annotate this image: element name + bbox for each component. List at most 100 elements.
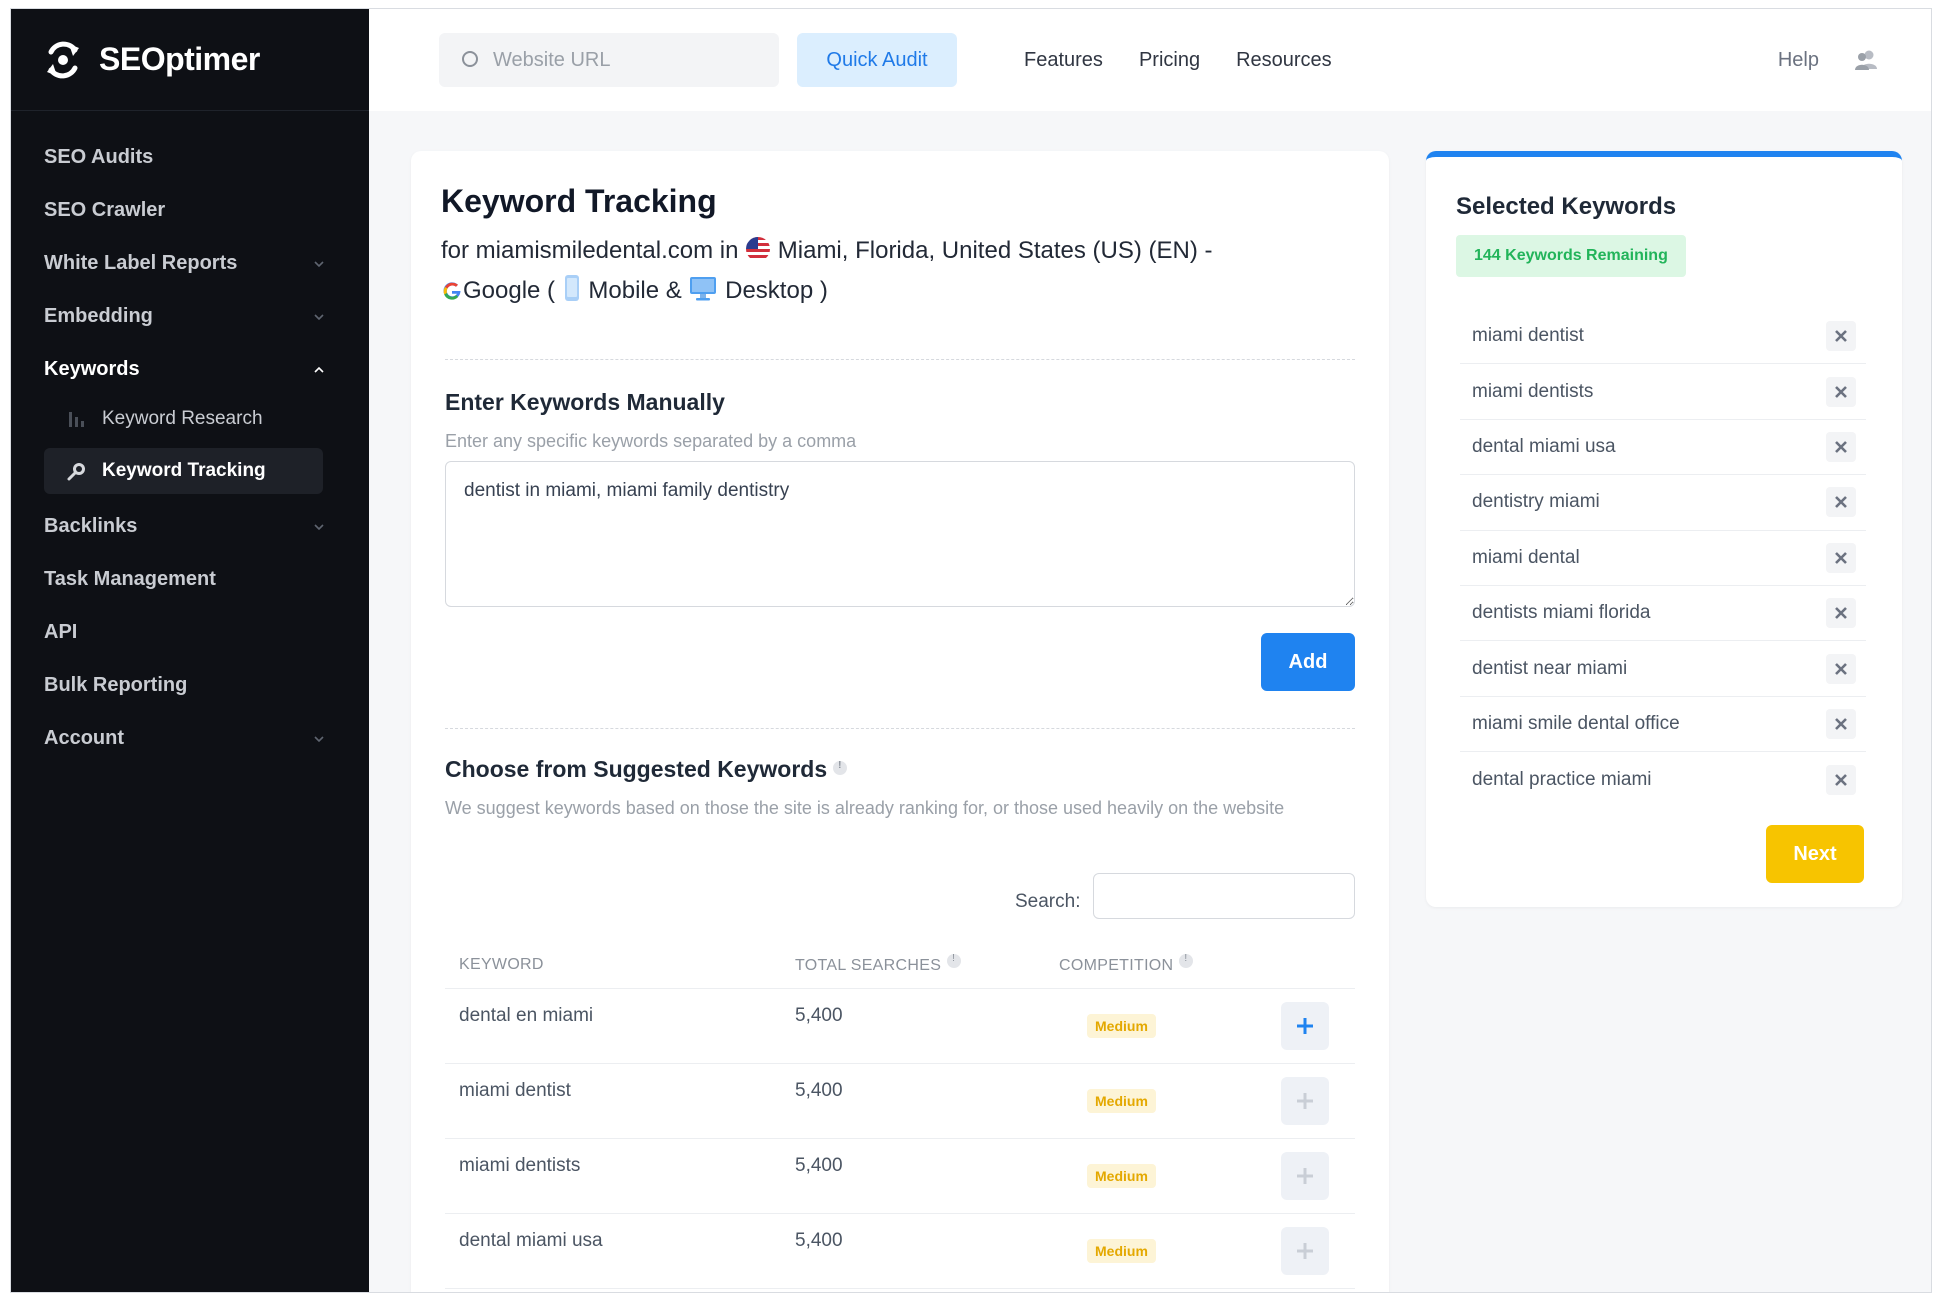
magnifier-icon [67, 463, 85, 481]
remove-keyword-button[interactable] [1826, 542, 1856, 573]
column-header-total-searches[interactable]: TOTAL SEARCHES [795, 953, 1059, 975]
add-keyword-button[interactable] [1281, 1002, 1329, 1050]
selected-keyword-label: miami dentists [1472, 380, 1594, 402]
close-icon [1835, 718, 1847, 730]
table-row: miami dentists 5,400 Medium [445, 1139, 1355, 1214]
users-icon[interactable] [1853, 47, 1879, 73]
sidebar-item-api[interactable]: API [11, 606, 369, 659]
list-item: miami dental [1460, 531, 1866, 586]
remove-keyword-button[interactable] [1826, 321, 1856, 352]
column-header-keyword[interactable]: KEYWORD [445, 956, 795, 974]
section-divider [445, 728, 1355, 729]
suggested-section-title: Choose from Suggested Keywords [445, 756, 848, 783]
plus-icon [1297, 1018, 1313, 1034]
column-header-competition[interactable]: COMPETITION [1059, 953, 1259, 975]
list-item: miami smile dental office [1460, 697, 1866, 753]
table-row: dental miami usa 5,400 Medium [445, 1214, 1355, 1289]
sidebar-item-label: SEO Crawler [44, 199, 166, 221]
remove-keyword-button[interactable] [1826, 487, 1856, 518]
competition-cell: Medium [1059, 1089, 1259, 1113]
sidebar-item-bulk-reporting[interactable]: Bulk Reporting [11, 659, 369, 712]
list-item: dentist near miami [1460, 641, 1866, 697]
close-icon [1835, 607, 1847, 620]
quick-audit-button[interactable]: Quick Audit [797, 33, 957, 87]
info-icon[interactable] [833, 760, 848, 775]
nav-link-features[interactable]: Features [1024, 49, 1103, 72]
sidebar-item-keywords[interactable]: Keywords [11, 343, 369, 396]
close-icon [1835, 773, 1847, 786]
add-keyword-button[interactable] [1281, 1152, 1329, 1200]
keyword-cell: dental miami usa [459, 1230, 603, 1251]
seoptimer-logo-icon [47, 41, 79, 78]
sidebar-item-seo-audits[interactable]: SEO Audits [11, 131, 369, 184]
plus-icon [1297, 1243, 1313, 1259]
subtitle-location: Miami, Florida, United States (US) (EN) … [777, 237, 1213, 264]
list-item: miami dentist [1460, 309, 1866, 365]
close-icon [1835, 551, 1847, 564]
suggested-keywords-table: KEYWORD TOTAL SEARCHES COMPETITION denta… [445, 941, 1355, 1289]
manual-section-desc: Enter any specific keywords separated by… [445, 431, 857, 451]
section-divider [445, 359, 1355, 360]
table-search-input[interactable] [1093, 873, 1355, 919]
sidebar-item-label: Keywords [44, 358, 140, 380]
selected-keywords-title: Selected Keywords [1456, 193, 1677, 220]
remove-keyword-button[interactable] [1826, 708, 1856, 739]
sidebar-item-seo-crawler[interactable]: SEO Crawler [11, 184, 369, 237]
selected-keywords-list: miami dentist miami dentists dental miam… [1460, 309, 1866, 808]
sidebar-item-backlinks[interactable]: Backlinks [11, 500, 369, 553]
sidebar-subitem-keyword-research[interactable]: Keyword Research [44, 396, 323, 442]
plus-icon [1297, 1168, 1313, 1184]
remove-keyword-button[interactable] [1826, 764, 1856, 795]
sidebar-item-label: Backlinks [44, 515, 138, 537]
info-icon[interactable] [1179, 953, 1194, 968]
nav-link-pricing[interactable]: Pricing [1139, 49, 1200, 72]
searches-cell: 5,400 [795, 1230, 843, 1251]
list-item: dentists miami florida [1460, 586, 1866, 642]
add-button[interactable]: Add [1261, 633, 1355, 691]
selected-keyword-label: dentistry miami [1472, 491, 1600, 513]
nav-link-resources[interactable]: Resources [1236, 49, 1332, 72]
keywords-textarea[interactable] [445, 461, 1355, 607]
plus-icon [1297, 1093, 1313, 1109]
chevron-up-icon [314, 366, 324, 373]
suggested-section-desc: We suggest keywords based on those the s… [445, 798, 1285, 818]
sidebar-subitem-label: Keyword Tracking [102, 460, 266, 481]
remove-keyword-button[interactable] [1826, 653, 1856, 684]
competition-badge: Medium [1087, 1239, 1156, 1263]
add-keyword-button[interactable] [1281, 1077, 1329, 1125]
sidebar-subitem-label: Keyword Research [102, 408, 263, 429]
sidebar-item-task-management[interactable]: Task Management [11, 553, 369, 606]
keyword-cell: dental en miami [459, 1005, 594, 1026]
us-flag-icon [746, 237, 771, 261]
website-url-input[interactable] [493, 48, 753, 72]
competition-cell: Medium [1059, 1164, 1259, 1188]
subtitle-domain: for miamismiledental.com in [441, 237, 739, 264]
searches-cell: 5,400 [795, 1005, 843, 1026]
app-frame: SEOptimer SEO Audits SEO Crawler White L… [10, 8, 1932, 1293]
sidebar-item-white-label-reports[interactable]: White Label Reports [11, 237, 369, 290]
close-icon [1835, 330, 1847, 343]
help-link[interactable]: Help [1778, 49, 1819, 72]
add-keyword-button[interactable] [1281, 1227, 1329, 1275]
sidebar-subitem-keyword-tracking[interactable]: Keyword Tracking [44, 448, 323, 494]
competition-badge: Medium [1087, 1014, 1156, 1038]
chevron-down-icon [314, 313, 324, 320]
selected-keyword-label: dentists miami florida [1472, 602, 1651, 624]
url-search-box [439, 33, 779, 87]
remove-keyword-button[interactable] [1826, 598, 1856, 629]
remove-keyword-button[interactable] [1826, 431, 1856, 462]
sidebar: SEOptimer SEO Audits SEO Crawler White L… [11, 9, 369, 1292]
info-icon[interactable] [947, 953, 962, 968]
sidebar-nav: SEO Audits SEO Crawler White Label Repor… [11, 111, 369, 765]
competition-cell: Medium [1059, 1014, 1259, 1038]
list-item: dentistry miami [1460, 475, 1866, 531]
sidebar-item-account[interactable]: Account [11, 712, 369, 765]
search-icon [462, 51, 478, 67]
list-item: dental miami usa [1460, 420, 1866, 476]
next-button[interactable]: Next [1766, 825, 1864, 883]
logo[interactable]: SEOptimer [11, 9, 369, 111]
selected-keywords-card: Selected Keywords 144 Keywords Remaining… [1426, 151, 1902, 907]
competition-badge: Medium [1087, 1089, 1156, 1113]
sidebar-item-embedding[interactable]: Embedding [11, 290, 369, 343]
remove-keyword-button[interactable] [1826, 376, 1856, 407]
